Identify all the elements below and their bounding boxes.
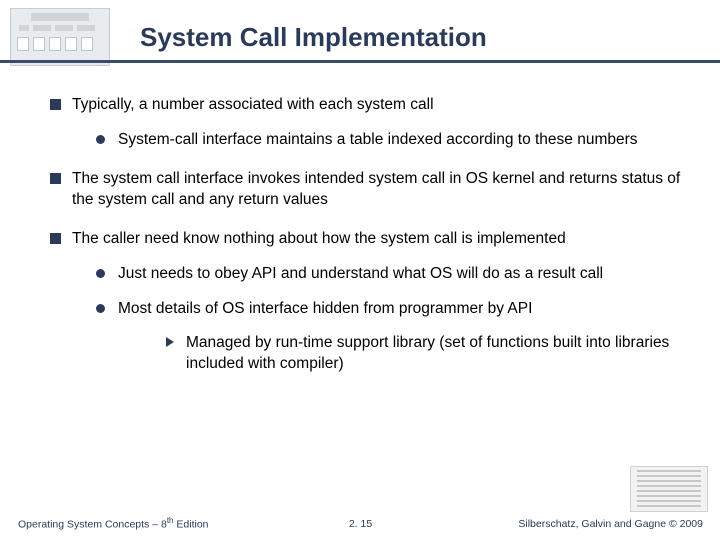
sub-bullet-item: System-call interface maintains a table … <box>96 130 690 151</box>
bullet-item: The caller need know nothing about how t… <box>50 229 690 376</box>
corner-thumbnail <box>630 466 708 512</box>
bullet-text: Managed by run-time support library (set… <box>186 334 669 372</box>
header-thumbnail <box>10 8 110 66</box>
footer-page-number: 2. 15 <box>349 518 372 530</box>
title-underline <box>0 60 720 63</box>
bullet-text: Just needs to obey API and understand wh… <box>118 265 603 282</box>
bullet-text: The caller need know nothing about how t… <box>72 230 566 247</box>
bullet-item: The system call interface invokes intend… <box>50 169 690 211</box>
slide-body: Typically, a number associated with each… <box>50 95 690 393</box>
bullet-text: Typically, a number associated with each… <box>72 96 434 113</box>
bullet-item: Typically, a number associated with each… <box>50 95 690 151</box>
sub-bullet-item: Just needs to obey API and understand wh… <box>96 264 690 285</box>
footer-copyright: Silberschatz, Galvin and Gagne © 2009 <box>518 518 703 530</box>
sub-bullet-item: Most details of OS interface hidden from… <box>96 299 690 376</box>
sub-sub-bullet-item: Managed by run-time support library (set… <box>166 333 690 375</box>
bullet-text: System-call interface maintains a table … <box>118 131 638 148</box>
footer-left: Operating System Concepts – 8th Edition <box>18 516 209 531</box>
bullet-text: The system call interface invokes intend… <box>72 170 680 208</box>
slide-title: System Call Implementation <box>140 22 487 53</box>
slide-header: System Call Implementation <box>0 0 720 72</box>
bullet-text: Most details of OS interface hidden from… <box>118 300 532 317</box>
